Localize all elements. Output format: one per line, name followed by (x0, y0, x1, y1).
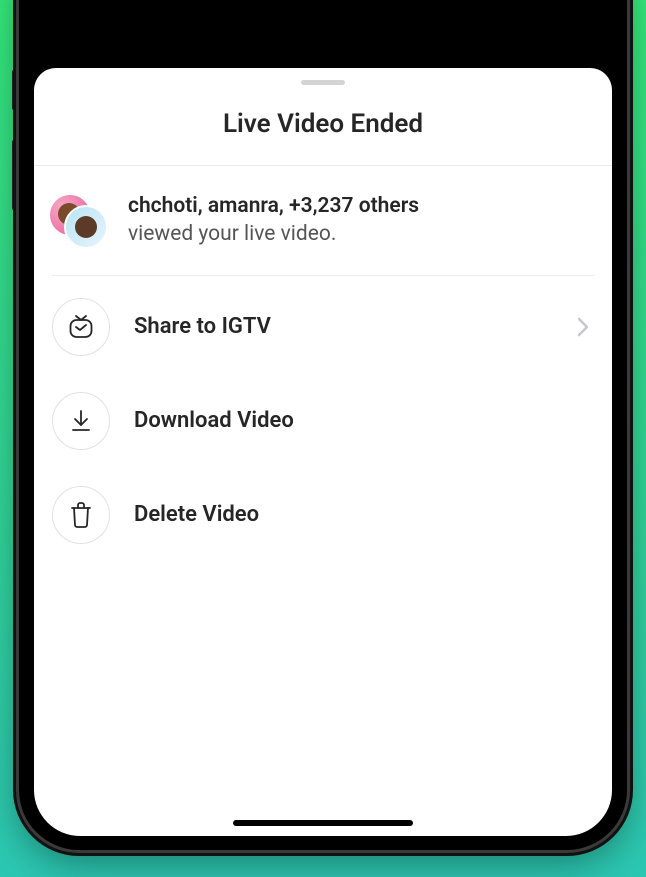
bottom-sheet: Live Video Ended chchoti, amanra, +3,237… (34, 68, 612, 836)
phone-side-button (627, 110, 633, 230)
download-video-button[interactable]: Download Video (44, 374, 602, 468)
sheet-title: Live Video Ended (34, 109, 612, 139)
phone-side-button (12, 140, 17, 210)
phone-notch (213, 0, 433, 49)
action-label: Share to IGTV (134, 314, 576, 339)
phone-frame: Live Video Ended chchoti, amanra, +3,237… (19, 0, 627, 850)
home-indicator[interactable] (233, 820, 413, 826)
viewers-row[interactable]: chchoti, amanra, +3,237 others viewed yo… (34, 166, 612, 275)
phone-screen: Live Video Ended chchoti, amanra, +3,237… (34, 0, 612, 836)
igtv-icon (52, 298, 110, 356)
share-to-igtv-button[interactable]: Share to IGTV (44, 280, 602, 374)
actions-list: Share to IGTV (34, 276, 612, 562)
avatar (64, 205, 108, 249)
viewer-avatars (48, 193, 108, 247)
viewers-text: chchoti, amanra, +3,237 others viewed yo… (128, 192, 419, 249)
viewers-subtext: viewed your live video. (128, 220, 419, 248)
trash-icon (52, 486, 110, 544)
action-label: Download Video (134, 408, 590, 433)
sheet-grabber[interactable] (301, 80, 345, 85)
download-icon (52, 392, 110, 450)
viewers-names: chchoti, amanra, +3,237 others (128, 192, 419, 220)
action-label: Delete Video (134, 502, 590, 527)
phone-side-button (12, 70, 17, 110)
chevron-right-icon (576, 316, 590, 338)
delete-video-button[interactable]: Delete Video (44, 468, 602, 562)
app-background: Live Video Ended chchoti, amanra, +3,237… (0, 0, 646, 877)
